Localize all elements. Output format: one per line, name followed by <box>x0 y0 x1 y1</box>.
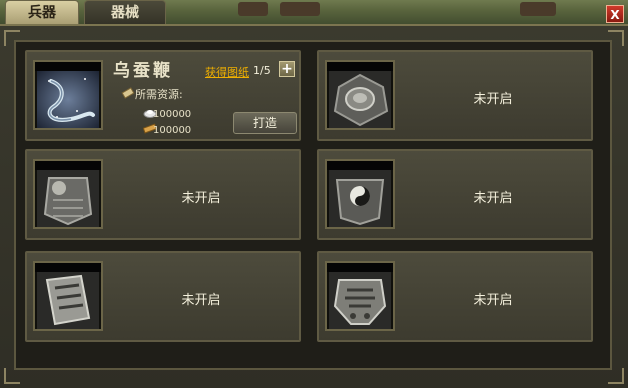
thumb-topbar <box>35 263 101 272</box>
slot-thumbnail[interactable] <box>325 159 395 229</box>
thumb-topbar <box>327 161 393 170</box>
weapon-slot-locked: 未开启 <box>317 149 593 240</box>
locked-label: 未开启 <box>181 293 221 308</box>
thumb-topbar <box>327 62 393 71</box>
weapon-slot-locked: 未开启 <box>25 149 301 240</box>
weapon-slot-locked: 未开启 <box>317 50 593 141</box>
thumb-topbar <box>35 62 101 71</box>
forge-button[interactable]: 打造 <box>233 112 297 134</box>
weapon-name: 乌蚕鞭 <box>113 61 173 81</box>
scenery-roof <box>238 2 268 16</box>
engraved-plaque-icon <box>329 272 391 329</box>
scenery-roof <box>520 2 556 16</box>
bagua-shield-icon <box>329 71 391 128</box>
thumb-topbar <box>327 263 393 272</box>
slot-thumbnail[interactable] <box>325 261 395 331</box>
weapon-card: 乌蚕鞭 获得图纸 1/5 + 所需资源: 100000 100000 打造 <box>25 50 301 141</box>
slot-thumbnail[interactable] <box>33 261 103 331</box>
blueprint-count: 1/5 <box>253 64 271 77</box>
whip-icon <box>37 71 99 128</box>
scroll-icon <box>121 87 135 99</box>
talisman-scroll-icon <box>37 272 99 329</box>
frame-corner <box>608 368 624 384</box>
locked-label: 未开启 <box>181 191 221 206</box>
resource-value-silver: 100000 <box>153 109 192 120</box>
tab-weapons[interactable]: 兵器 <box>5 0 79 25</box>
close-button[interactable]: X <box>606 5 624 23</box>
beast-head-armor-icon <box>37 170 99 227</box>
weapon-thumbnail[interactable] <box>33 60 103 130</box>
taiji-armor-icon <box>329 170 391 227</box>
scenery-roof <box>280 2 320 16</box>
slot-thumbnail[interactable] <box>33 159 103 229</box>
frame-corner <box>4 368 20 384</box>
locked-label: 未开启 <box>473 191 513 206</box>
weapon-slot-locked: 未开启 <box>317 251 593 342</box>
get-blueprint-link[interactable]: 获得图纸 <box>205 64 249 80</box>
add-blueprint-button[interactable]: + <box>279 61 295 77</box>
slot-thumbnail[interactable] <box>325 60 395 130</box>
locked-label: 未开启 <box>473 92 513 107</box>
weapon-slot-locked: 未开启 <box>25 251 301 342</box>
tab-machinery[interactable]: 器械 <box>84 0 166 25</box>
locked-label: 未开启 <box>473 293 513 308</box>
thumb-topbar <box>35 161 101 170</box>
resource-value-material: 100000 <box>153 125 192 136</box>
resources-label: 所需资源: <box>135 88 183 101</box>
